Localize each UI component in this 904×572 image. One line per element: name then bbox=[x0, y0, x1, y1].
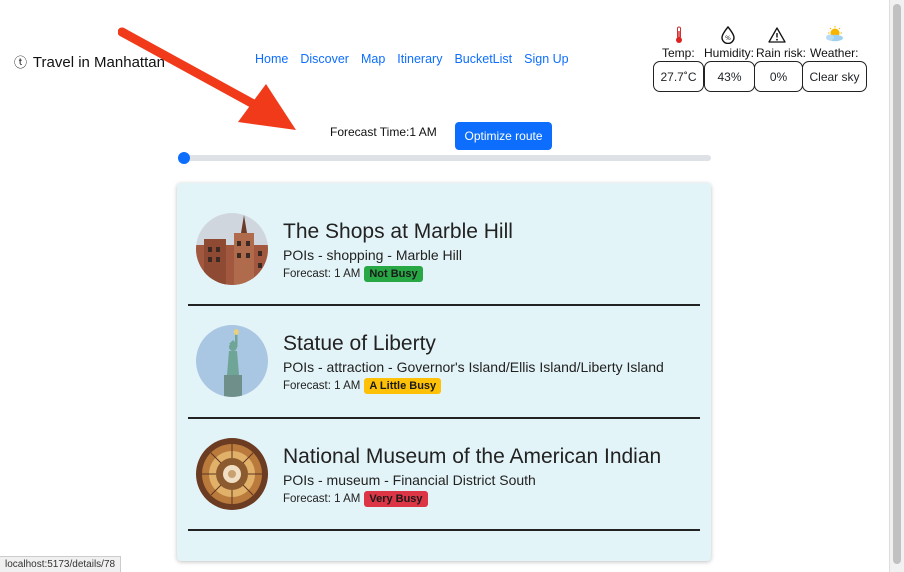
warning-icon bbox=[768, 27, 786, 43]
place-forecast: Forecast: 1 AM A Little Busy bbox=[283, 378, 442, 394]
place-details: POIs - attraction - Governor's Island/El… bbox=[283, 359, 664, 375]
rain-risk-value: 0% bbox=[754, 61, 803, 92]
status-badge: A Little Busy bbox=[364, 378, 442, 394]
weather-value: Clear sky bbox=[802, 61, 867, 92]
nav-itinerary[interactable]: Itinerary bbox=[397, 52, 442, 66]
place-name[interactable]: The Shops at Marble Hill bbox=[283, 220, 513, 244]
place-name[interactable]: National Museum of the American Indian bbox=[283, 445, 661, 469]
water-drop-icon: % bbox=[721, 26, 735, 44]
weather-label: Weather: bbox=[810, 46, 859, 60]
place-details: POIs - museum - Financial District South bbox=[283, 472, 536, 488]
rain-risk-label: Rain risk: bbox=[756, 46, 807, 60]
nav-home[interactable]: Home bbox=[255, 52, 288, 66]
place-name[interactable]: Statue of Liberty bbox=[283, 332, 436, 356]
status-bar-url: localhost:5173/details/78 bbox=[0, 556, 122, 572]
status-badge: Not Busy bbox=[364, 266, 423, 282]
place-forecast: Forecast: 1 AM Very Busy bbox=[283, 491, 428, 507]
place-forecast: Forecast: 1 AM Not Busy bbox=[283, 266, 423, 282]
divider bbox=[188, 529, 700, 531]
thermometer-icon bbox=[676, 26, 682, 43]
place-details: POIs - shopping - Marble Hill bbox=[283, 247, 462, 263]
annotation-arrow bbox=[118, 27, 296, 130]
temp-label: Temp: bbox=[662, 46, 695, 60]
list-item[interactable]: Statue of Liberty POIs - attraction - Go… bbox=[177, 295, 711, 407]
nav-signup[interactable]: Sign Up bbox=[524, 52, 568, 66]
place-forecast-text: Forecast: 1 AM bbox=[283, 268, 361, 280]
place-forecast-text: Forecast: 1 AM bbox=[283, 493, 361, 505]
temp-value: 27.7˚C bbox=[653, 61, 704, 92]
place-image bbox=[196, 438, 268, 510]
optimize-route-button[interactable]: Optimize route bbox=[455, 122, 552, 150]
scrollbar[interactable] bbox=[889, 0, 904, 572]
nav-discover[interactable]: Discover bbox=[300, 52, 349, 66]
nav-bucketlist[interactable]: BucketList bbox=[454, 52, 512, 66]
forecast-time-label: Forecast Time:1 AM bbox=[330, 125, 437, 139]
place-image bbox=[196, 213, 268, 285]
main-nav: Home Discover Map Itinerary BucketList S… bbox=[255, 52, 569, 66]
nav-map[interactable]: Map bbox=[361, 52, 385, 66]
scrollbar-thumb[interactable] bbox=[893, 4, 901, 564]
place-forecast-text: Forecast: 1 AM bbox=[283, 380, 361, 392]
places-card: The Shops at Marble Hill POIs - shopping… bbox=[177, 183, 711, 561]
place-image bbox=[196, 325, 268, 397]
status-badge: Very Busy bbox=[364, 491, 428, 507]
humidity-label: Humidity: bbox=[704, 46, 755, 60]
humidity-value: 43% bbox=[704, 61, 755, 92]
list-item[interactable]: National Museum of the American Indian P… bbox=[177, 408, 711, 520]
partly-cloudy-icon bbox=[826, 26, 843, 42]
forecast-slider-thumb[interactable] bbox=[178, 152, 190, 164]
forecast-slider-track[interactable] bbox=[180, 155, 711, 161]
svg-text:%: % bbox=[725, 35, 731, 42]
list-item[interactable]: The Shops at Marble Hill POIs - shopping… bbox=[177, 183, 711, 295]
brand-logo-icon: ⓣ bbox=[14, 55, 28, 70]
